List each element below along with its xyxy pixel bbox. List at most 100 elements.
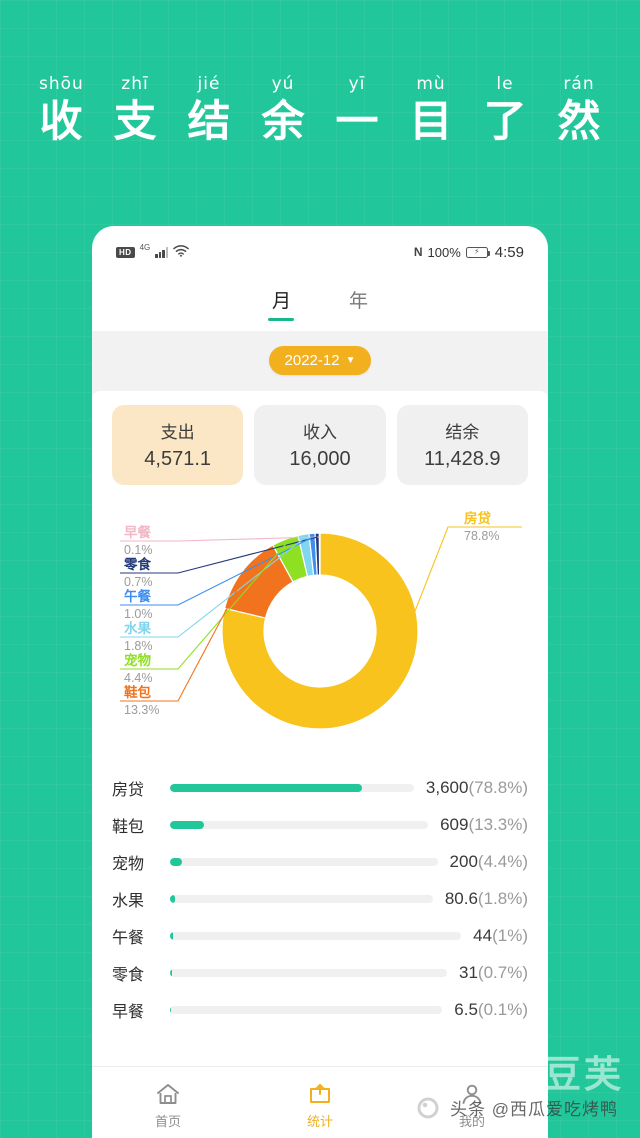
- row-amount-value: 44: [473, 925, 493, 945]
- row-amount-value: 609: [440, 814, 469, 834]
- date-selector-row: 2022-12 ▼: [92, 332, 548, 391]
- row-amount: 3,600(78.8%): [426, 778, 528, 798]
- pinyin-syllable: rán: [563, 74, 595, 94]
- content-area: 2022-12 ▼ 支出 4,571.1 收入 16,000 结余 11,428…: [92, 331, 548, 1028]
- donut-label-percent: 1.8%: [124, 639, 153, 653]
- pinyin-syllable: shōu: [39, 74, 84, 94]
- row-amount: 609(13.3%): [440, 815, 528, 835]
- row-category-name: 零食: [112, 966, 145, 984]
- table-row[interactable]: 零食 31(0.7%): [112, 954, 528, 991]
- battery-percent-label: 100%: [427, 244, 461, 260]
- title-char: 了: [483, 98, 527, 146]
- row-category-name: 鞋包: [112, 818, 145, 836]
- row-progress-fill: [170, 931, 173, 940]
- row-amount-percent: (1.8%): [477, 888, 528, 908]
- donut-label-name: 宠物: [124, 652, 151, 668]
- chevron-down-icon: ▼: [345, 355, 356, 366]
- row-progress-track: [170, 857, 438, 866]
- donut-label-percent: 0.1%: [124, 543, 153, 557]
- status-bar: HD 4G N 100% ⚡ 4:59: [92, 226, 548, 270]
- donut-label-percent: 0.7%: [124, 575, 153, 589]
- row-amount-percent: (13.3%): [468, 814, 528, 834]
- row-progress-track: [170, 820, 429, 829]
- card-balance-value: 11,428.9: [424, 448, 501, 470]
- donut-label-percent: 1.0%: [124, 607, 153, 621]
- table-row[interactable]: 宠物 200(4.4%): [112, 843, 528, 880]
- card-balance-label: 结余: [445, 423, 480, 442]
- title-char: 结: [187, 98, 231, 146]
- row-category-name: 宠物: [112, 855, 145, 873]
- nav-item-stats[interactable]: 统计: [244, 1082, 396, 1130]
- row-amount-value: 3,600: [425, 777, 469, 797]
- table-row[interactable]: 水果 80.6(1.8%): [112, 880, 528, 917]
- table-row[interactable]: 房贷 3,600(78.8%): [112, 769, 528, 806]
- donut-label-percent: 4.4%: [124, 671, 153, 685]
- card-income-label: 收入: [302, 423, 337, 442]
- signal-bars-icon: [155, 246, 169, 258]
- donut-label-name: 鞋包: [124, 684, 151, 700]
- row-progress-track: [170, 968, 447, 977]
- nav-item-home[interactable]: 首页: [92, 1082, 244, 1130]
- row-amount-percent: (4.4%): [477, 851, 528, 871]
- pinyin-syllable: mù: [416, 74, 446, 94]
- pinyin-syllable: jié: [197, 74, 221, 94]
- card-expense[interactable]: 支出 4,571.1: [112, 405, 244, 485]
- clock-label: 4:59: [494, 243, 524, 261]
- date-selector-label: 2022-12: [284, 352, 340, 369]
- title-char: 一: [335, 98, 379, 146]
- row-amount-value: 31: [459, 962, 478, 982]
- title-char: 余: [261, 98, 305, 146]
- watermark-brand: 豆芙: [544, 1054, 624, 1095]
- row-progress-fill: [170, 857, 182, 866]
- donut-label-percent: 78.8%: [464, 529, 499, 543]
- battery-charging-icon: ⚡: [465, 246, 491, 258]
- nav-item-stats-label: 统计: [306, 1113, 333, 1129]
- donut-label-percent: 13.3%: [124, 703, 159, 717]
- donut-label-name: 早餐: [124, 524, 151, 540]
- card-income[interactable]: 收入 16,000: [254, 405, 386, 485]
- row-progress-track: [170, 1005, 443, 1014]
- donut-slice-早餐[interactable]: [318, 532, 321, 576]
- tab-month[interactable]: 月: [266, 284, 297, 321]
- hd-icon: HD: [116, 246, 135, 258]
- stats-sheet: 支出 4,571.1 收入 16,000 结余 11,428.9 早餐 0.1% 零…: [92, 391, 548, 765]
- pinyin-syllable: le: [496, 74, 514, 94]
- pinyin-syllable: yī: [348, 74, 366, 94]
- row-progress-fill: [170, 894, 175, 903]
- pinyin-syllable: yú: [271, 74, 295, 94]
- title-row: 收 支 结 余 一 目 了 然: [0, 98, 640, 146]
- donut-label-name: 房贷: [464, 510, 491, 526]
- wifi-icon: [173, 244, 189, 260]
- row-amount: 200(4.4%): [450, 852, 528, 872]
- row-category-name: 午餐: [112, 929, 145, 947]
- pinyin-row: shōu zhī jié yú yī mù le rán: [0, 74, 640, 94]
- row-category-name: 水果: [112, 892, 145, 910]
- nav-item-profile[interactable]: 我的: [396, 1082, 548, 1130]
- card-balance[interactable]: 结余 11,428.9: [396, 405, 528, 485]
- card-expense-label: 支出: [160, 423, 195, 442]
- row-amount-percent: (78.8%): [468, 777, 528, 797]
- card-income-value: 16,000: [289, 448, 351, 470]
- row-amount: 31(0.7%): [459, 963, 528, 983]
- card-expense-value: 4,571.1: [144, 448, 212, 470]
- table-row[interactable]: 午餐 44(1%): [112, 917, 528, 954]
- row-progress-track: [170, 894, 433, 903]
- donut-label-name: 零食: [123, 556, 151, 572]
- row-amount-value: 80.6: [444, 888, 478, 908]
- person-icon: [459, 1082, 485, 1106]
- table-row[interactable]: 早餐 6.5(0.1%): [112, 991, 528, 1028]
- table-row[interactable]: 鞋包 609(13.3%): [112, 806, 528, 843]
- donut-slices: [221, 532, 419, 730]
- row-amount-percent: (0.1%): [477, 999, 528, 1019]
- donut-chart-svg: 早餐 0.1%零食 0.7%午餐 1.0%水果 1.8%宠物 4.4%鞋包 13.3% 房贷 7…: [120, 510, 522, 730]
- row-progress-track: [170, 931, 462, 940]
- summary-cards: 支出 4,571.1 收入 16,000 结余 11,428.9: [112, 405, 528, 485]
- row-amount-percent: (0.7%): [477, 962, 528, 982]
- donut-label-name: 水果: [124, 620, 151, 636]
- bottom-nav: 首页 统计 我的: [92, 1066, 548, 1138]
- date-selector[interactable]: 2022-12 ▼: [268, 346, 372, 375]
- period-tabs: 月 年: [92, 270, 548, 331]
- home-icon: [155, 1082, 181, 1106]
- row-amount-value: 6.5: [454, 999, 478, 1019]
- tab-year[interactable]: 年: [343, 284, 374, 321]
